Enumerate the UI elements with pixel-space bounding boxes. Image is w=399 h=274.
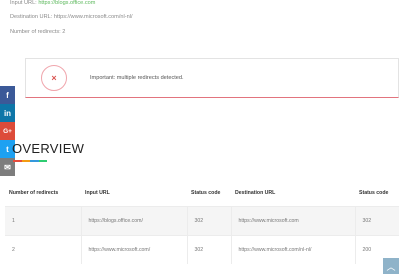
alert-message: Important: multiple redirects detected. xyxy=(90,75,184,81)
redirect-number-cell: 1 xyxy=(5,205,81,235)
redirects-count-value: 2 xyxy=(62,29,66,35)
close-icon: × xyxy=(41,65,67,91)
table-row: 2 https://www.microsoft.com/ 302 https:/… xyxy=(5,234,399,264)
underline-segment xyxy=(39,160,47,162)
chevron-up-icon: ︿ xyxy=(386,261,396,272)
facebook-share-button[interactable]: f xyxy=(0,86,15,104)
destination-url-cell: https://www.microsoft.com xyxy=(230,205,355,235)
input-url-cell: https://www.microsoft.com/ xyxy=(80,234,187,264)
input-url-label: Input URL: xyxy=(10,0,37,6)
section-title: OVERVIEW xyxy=(12,141,85,156)
google-plus-icon: G+ xyxy=(3,127,12,135)
table-header-row: Number of redirects Input URL Status cod… xyxy=(5,180,399,207)
linkedin-icon: in xyxy=(3,108,12,118)
destination-url-cell: https://www.microsoft.com/nl-nl/ xyxy=(230,234,355,264)
redirect-number-cell: 2 xyxy=(5,234,81,264)
google-plus-share-button[interactable]: G+ xyxy=(0,122,15,140)
header-status-code: Status code xyxy=(355,180,399,207)
redirects-table: Number of redirects Input URL Status cod… xyxy=(5,180,399,264)
status-code-cell: 302 xyxy=(354,205,399,235)
underline-segment xyxy=(22,160,30,162)
header-status-code: Status code xyxy=(187,180,231,207)
email-icon: ✉ xyxy=(4,162,11,172)
input-url-cell: https://blogs.office.com/ xyxy=(80,205,187,235)
destination-url-label: Destination URL: xyxy=(10,14,53,20)
header-input-url: Input URL xyxy=(81,180,187,207)
linkedin-share-button[interactable]: in xyxy=(0,104,15,122)
input-url-line: Input URL: https://blogs.office.com xyxy=(10,0,95,6)
status-code-cell: 302 xyxy=(186,205,231,235)
underline-segment xyxy=(30,160,39,162)
twitter-icon: t xyxy=(6,144,9,154)
status-code-cell: 302 xyxy=(186,234,231,264)
redirects-count-label: Number of redirects: xyxy=(10,29,61,35)
underline-segment xyxy=(13,160,22,162)
scroll-to-top-button[interactable]: ︿ xyxy=(383,258,399,274)
redirect-alert: × Important: multiple redirects detected… xyxy=(25,58,399,98)
facebook-icon: f xyxy=(6,90,9,100)
input-url-link[interactable]: https://blogs.office.com xyxy=(38,0,95,6)
header-number-of-redirects: Number of redirects xyxy=(5,180,81,207)
redirects-count-line: Number of redirects: 2 xyxy=(10,29,65,35)
header-destination-url: Destination URL xyxy=(231,180,355,207)
social-share-bar: f in G+ t ✉ xyxy=(0,86,15,176)
destination-url-value: https://www.microsoft.com/nl-nl/ xyxy=(53,14,133,20)
table-row: 1 https://blogs.office.com/ 302 https://… xyxy=(5,205,399,235)
destination-url-line: Destination URL: https://www.microsoft.c… xyxy=(10,14,133,20)
title-underline xyxy=(13,160,47,162)
